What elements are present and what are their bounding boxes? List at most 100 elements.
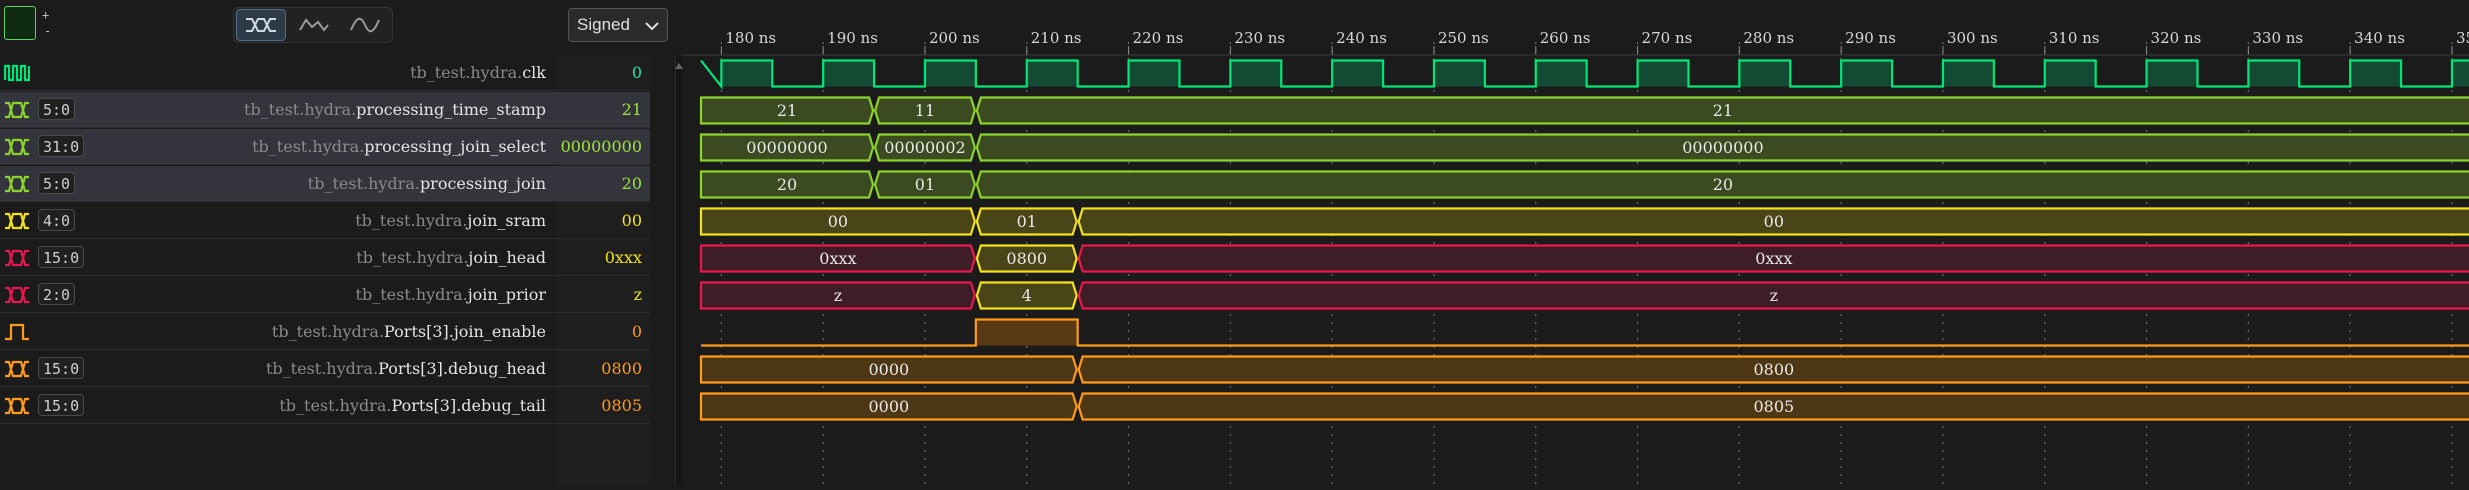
time-tick-label: 220 ns [1133,29,1184,47]
bit-width-badge: 31:0 [38,135,85,157]
linear-shape-button[interactable] [291,9,337,41]
bus-signal-icon [4,212,30,230]
bus-segment-value: 00000000 [746,138,827,157]
bit-width-badge: 15:0 [38,394,85,416]
bus-segment-value: 0xxx [819,249,856,268]
signal-value: 0805 [601,396,642,415]
time-tick-label: 190 ns [827,29,878,47]
format-select[interactable]: Signed [568,8,668,42]
bus-segment-value: 00000002 [884,138,965,157]
time-tick-label: 260 ns [1540,29,1591,47]
bus-signal-icon [4,101,30,119]
linear-shape-icon [299,18,329,32]
waveform-view[interactable]: 180 ns 190 ns 200 ns 210 ns 220 ns 230 ns 240 … [681,0,2469,486]
clock-high-fill [721,60,2469,87]
bus-signal-icon [4,286,30,304]
bus-segment-value: 0805 [1753,397,1794,416]
time-tick-label: 320 ns [2151,29,2202,47]
signal-short-name: join_head [468,248,546,267]
signal-short-name: join_sram [467,211,546,230]
bit-width-badge: 4:0 [38,209,76,231]
bus-segment-value: 21 [1713,101,1733,120]
bus-segment-value: 21 [777,101,797,120]
bus-segment-value: 0xxx [1755,249,1792,268]
time-tick-label: 270 ns [1642,29,1693,47]
waveform-track[interactable]: z 4 z [699,281,2469,310]
signal-scope: tb_test.hydra. [252,137,365,156]
bus-signal-icon [4,175,30,193]
waveform-canvas[interactable]: 180 ns 190 ns 200 ns 210 ns 220 ns 230 ns 240 … [681,0,2469,486]
waveform-track[interactable] [700,59,2469,90]
signal-name: tb_test.hydra.Ports[3].join_enable [272,314,546,350]
chevron-down-icon [645,22,659,31]
signal-value: 0 [631,63,642,82]
signal-value: 21 [621,100,642,119]
signal-row[interactable]: 2:0 tb_test.hydra.join_prior z [0,277,650,313]
signal-row[interactable]: tb_test.hydra.Ports[3].join_enable 0 [0,314,650,350]
bus-segment-value: 00000000 [1682,138,1763,157]
bus-segment-value: 0800 [1753,360,1794,379]
signal-value: z [633,285,642,304]
signal-short-name: processing_time_stamp [356,100,546,119]
waveform-track[interactable]: 20 01 20 [699,170,2469,199]
waveform-track[interactable]: 00 01 00 [699,207,2469,236]
signal-row[interactable]: 15:0 tb_test.hydra.Ports[3].debug_head 080… [0,351,650,387]
waveform-track[interactable]: 0000 0805 [699,392,2469,421]
signal-name: tb_test.hydra.join_sram [355,203,546,239]
signal-short-name: join_prior [467,285,546,304]
bus-segment-value: 0000 [868,360,909,379]
waveform-track[interactable] [701,318,2469,347]
signal-value: 20 [621,174,642,193]
signal-scope: tb_test.hydra. [355,211,468,230]
bus-segment-value: 20 [1713,175,1733,194]
signal-short-name: processing_join [419,174,546,193]
bus-segment-value: 00 [828,212,848,231]
bit-width-badge: 15:0 [38,246,85,268]
bus-signal-icon [4,249,30,267]
signal-value: 00 [621,211,642,230]
bus-shape-button[interactable] [236,9,286,41]
signal-scope: tb_test.hydra. [410,63,523,82]
time-tick-label: 240 ns [1336,29,1387,47]
signal-short-name: clk [522,63,546,82]
signal-name: tb_test.hydra.Ports[3].debug_head [266,351,546,387]
time-tick-label: 230 ns [1234,29,1285,47]
zoom-out-button[interactable]: - [44,24,58,38]
signal-row[interactable]: 15:0 tb_test.hydra.join_head 0xxx [0,240,650,276]
waveform-track[interactable]: 0xxx 0800 0xxx [699,244,2469,273]
signal-row[interactable]: 4:0 tb_test.hydra.join_sram 00 [0,203,650,239]
signal-color-swatch[interactable] [4,6,36,40]
bus-shape-icon [246,18,276,32]
time-tick-label: 290 ns [1845,29,1896,47]
signal-scope: tb_test.hydra. [266,359,379,378]
time-tick-label: 350 ns [2456,29,2469,47]
signal-name: tb_test.hydra.clk [410,55,546,91]
curve-shape-icon [350,17,380,33]
bit-width-badge: 5:0 [38,98,76,120]
zoom-in-button[interactable]: + [42,8,56,22]
bit-width-badge: 5:0 [38,172,76,194]
bit-trace [701,318,2469,347]
signal-name: tb_test.hydra.processing_time_stamp [244,92,546,128]
bit-width-badge: 2:0 [38,283,76,305]
bus-segment-value: 11 [915,101,935,120]
signal-scope: tb_test.hydra. [355,285,468,304]
bus-signal-icon [4,138,30,156]
format-select-value: Signed [577,15,630,34]
bus-segment-value: 0000 [868,397,909,416]
signal-row[interactable]: tb_test.hydra.clk 0 [0,55,650,91]
signal-row[interactable]: 5:0 tb_test.hydra.processing_join 20 [0,166,650,202]
signal-row[interactable]: 15:0 tb_test.hydra.Ports[3].debug_tail 080… [0,388,650,424]
waveform-track[interactable]: 0000 0800 [699,355,2469,384]
waveform-track[interactable]: 21 11 21 [699,96,2469,125]
signal-name: tb_test.hydra.Ports[3].debug_tail [279,388,546,424]
curve-shape-button[interactable] [342,9,388,41]
signal-value: 00000000 [560,137,642,156]
time-tick-label: 280 ns [1743,29,1794,47]
bit-width-badge: 15:0 [38,357,85,379]
waveform-track[interactable]: 00000000 00000002 00000000 [699,133,2469,162]
signal-row[interactable]: 31:0 tb_test.hydra.processing_join_select… [0,129,650,165]
signal-value: 0800 [601,359,642,378]
bus-segment-value: 4 [1022,286,1032,305]
signal-row[interactable]: 5:0 tb_test.hydra.processing_time_stamp 21 [0,92,650,128]
